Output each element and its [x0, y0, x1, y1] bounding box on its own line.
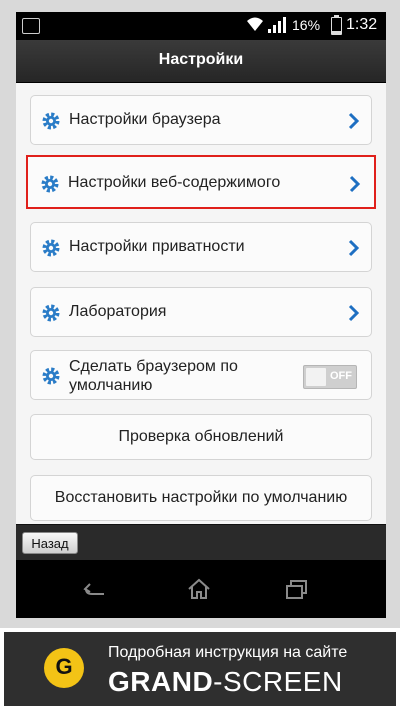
settings-item-default-browser[interactable]: Сделать браузером по умолчанию OFF	[30, 350, 372, 400]
battery-icon	[331, 15, 342, 35]
bottom-toolbar: Назад	[16, 524, 386, 561]
toggle-state: OFF	[330, 370, 352, 382]
settings-item-web-content[interactable]: Настройки веб-содержимого	[26, 155, 376, 209]
banner-brand: GRAND-SCREEN	[108, 666, 343, 698]
gear-icon	[42, 112, 60, 130]
logo-letter: G	[55, 654, 73, 679]
check-updates-button[interactable]: Проверка обновлений	[30, 414, 372, 460]
settings-item-label: Настройки веб-содержимого	[68, 174, 281, 191]
chevron-right-icon	[349, 175, 361, 193]
toggle-knob	[306, 368, 326, 386]
wifi-icon	[247, 17, 263, 31]
page-title: Настройки	[158, 51, 244, 68]
back-nav-icon[interactable]	[82, 578, 108, 600]
settings-item-label: Сделать браузером по умолчанию	[69, 358, 238, 394]
banner-caption: Подробная инструкция на сайте	[108, 644, 348, 661]
settings-item-label: Настройки приватности	[69, 238, 245, 255]
gear-icon	[42, 367, 60, 385]
gear-icon	[42, 304, 60, 322]
grand-screen-logo: G	[44, 648, 84, 688]
signal-icon	[268, 17, 286, 33]
back-button[interactable]: Назад	[22, 532, 78, 554]
promo-banner-body: G Подробная инструкция на сайте GRAND-SC…	[4, 632, 396, 706]
chevron-right-icon	[348, 304, 360, 322]
settings-item-lab[interactable]: Лаборатория	[30, 287, 372, 337]
battery-percent: 16%	[292, 17, 321, 33]
promo-banner: G Подробная инструкция на сайте GRAND-SC…	[0, 628, 400, 710]
home-nav-icon[interactable]	[186, 578, 212, 600]
chevron-right-icon	[348, 112, 360, 130]
notification-icon	[22, 18, 40, 34]
brand-bold: GRAND	[108, 666, 214, 697]
brand-separator: -	[213, 666, 223, 697]
gear-icon	[42, 239, 60, 257]
battery-level-fill	[332, 31, 341, 34]
settings-item-browser[interactable]: Настройки браузера	[30, 95, 372, 145]
settings-item-label: Лаборатория	[69, 303, 167, 320]
system-navigation-bar	[16, 560, 386, 618]
brand-rest: SCREEN	[223, 666, 343, 697]
back-button-label: Назад	[31, 536, 69, 551]
restore-defaults-label: Восстановить настройки по умолчанию	[54, 489, 348, 506]
restore-defaults-button[interactable]: Восстановить настройки по умолчанию	[30, 475, 372, 521]
app-bar: Настройки	[16, 40, 386, 83]
gear-icon	[41, 175, 59, 193]
check-updates-label: Проверка обновлений	[118, 428, 284, 445]
recents-nav-icon[interactable]	[284, 578, 310, 600]
screen: 16% 1:32 Настройки Настройки браузера На…	[16, 12, 386, 618]
default-browser-toggle[interactable]: OFF	[303, 365, 357, 389]
settings-list: Настройки браузера Настройки веб-содержи…	[16, 83, 386, 524]
settings-item-privacy[interactable]: Настройки приватности	[30, 222, 372, 272]
chevron-right-icon	[348, 239, 360, 257]
settings-item-label: Настройки браузера	[69, 111, 221, 128]
status-clock: 1:32	[346, 16, 378, 33]
status-bar: 16% 1:32	[16, 12, 386, 40]
phone-frame: 16% 1:32 Настройки Настройки браузера На…	[0, 0, 400, 628]
